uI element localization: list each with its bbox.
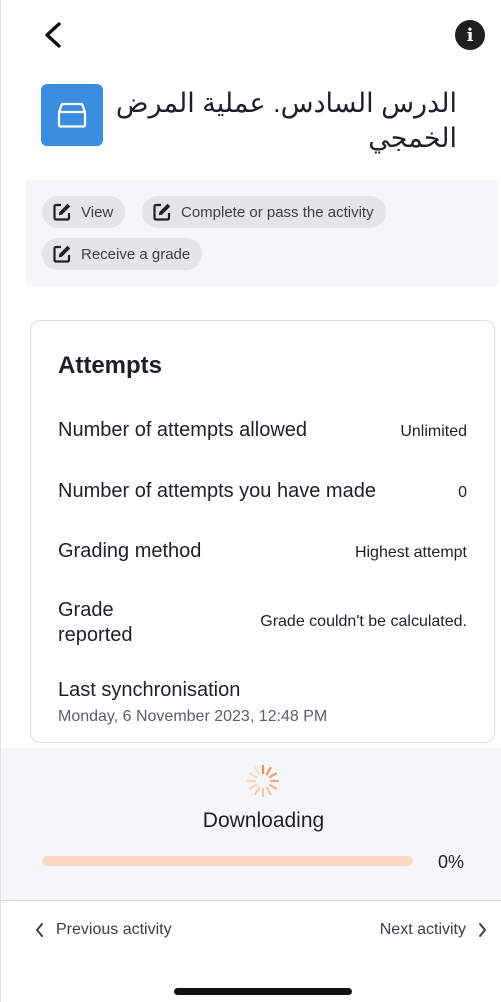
completion-chip-view: View <box>42 196 126 228</box>
chevron-right-icon <box>479 923 486 937</box>
chip-label: View <box>81 203 114 221</box>
attempts-made-label: Number of attempts you have made <box>58 480 376 502</box>
previous-activity-label: Previous activity <box>56 921 172 938</box>
chevron-left-icon <box>36 923 43 937</box>
app-screen: i الدرس السادس. عملية المرض الخمجي View <box>0 0 501 1002</box>
download-status: Downloading <box>202 809 325 832</box>
loading-spinner-icon <box>246 764 280 798</box>
chevron-left-icon <box>45 22 61 48</box>
activity-header: الدرس السادس. عملية المرض الخمجي <box>41 84 471 164</box>
chip-label: Complete or pass the activity <box>181 203 374 221</box>
attempts-allowed-label: Number of attempts allowed <box>58 419 308 441</box>
grade-reported-label: Grade reported <box>58 599 133 646</box>
attempts-made-value: 0 <box>458 484 467 501</box>
activity-navigation: Previous activity Next activity <box>1 900 501 962</box>
completion-chip-complete-or-pass: Complete or pass the activity <box>142 196 386 228</box>
completion-conditions: View Complete or pass the activity Recei… <box>26 180 498 286</box>
package-box-icon <box>57 102 87 128</box>
info-circle-icon: i <box>466 24 474 46</box>
completion-chip-receive-grade: Receive a grade <box>42 238 203 270</box>
grading-method-value: Highest attempt <box>354 544 467 561</box>
next-activity-button[interactable]: Next activity <box>380 921 488 939</box>
attempts-heading: Attempts <box>58 352 163 379</box>
last-sync-label: Last synchronisation <box>58 679 241 701</box>
last-sync-date: Monday, 6 November 2023, 12:48 PM <box>58 708 328 725</box>
attempts-allowed-value: Unlimited <box>400 423 467 440</box>
info-button[interactable]: i <box>455 20 485 50</box>
edit-square-icon <box>53 245 71 263</box>
next-activity-label: Next activity <box>379 921 466 938</box>
download-panel: Downloading 0% <box>1 748 501 900</box>
top-bar: i <box>1 0 501 70</box>
previous-activity-button[interactable]: Previous activity <box>34 921 172 939</box>
back-button[interactable] <box>39 18 73 52</box>
attempts-card: Attempts Number of attempts allowed Unli… <box>30 320 495 743</box>
grading-method-label: Grading method <box>58 540 202 562</box>
download-progress-bar <box>42 856 413 866</box>
home-indicator[interactable] <box>174 988 352 995</box>
activity-type-icon <box>41 84 103 146</box>
page-title: الدرس السادس. عملية المرض الخمجي <box>115 88 457 153</box>
edit-square-icon <box>53 203 71 221</box>
chip-label: Receive a grade <box>81 245 191 263</box>
grade-reported-value: Grade couldn't be calculated. <box>260 613 467 630</box>
edit-square-icon <box>153 203 171 221</box>
download-progress-percent: 0% <box>437 852 464 872</box>
